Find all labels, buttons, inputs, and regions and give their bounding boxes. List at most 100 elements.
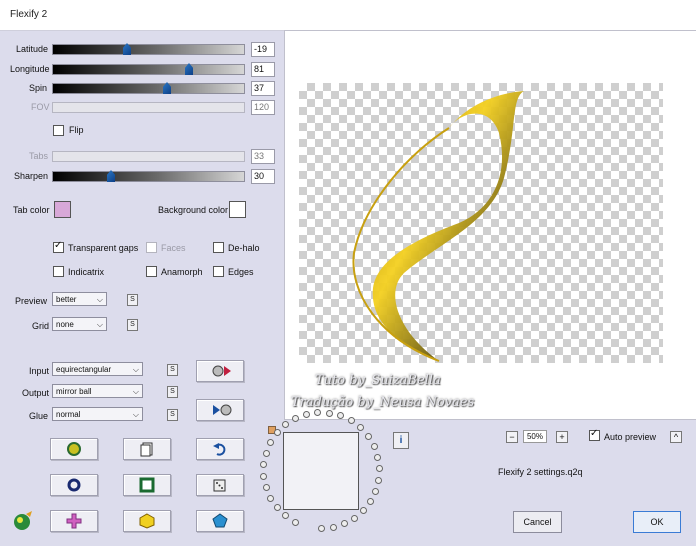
- globe-arrow-icon: [212, 365, 231, 377]
- sharpen-thumb[interactable]: [107, 170, 115, 182]
- output-select[interactable]: mirror ball ⌵: [52, 384, 143, 398]
- edges-checkbox[interactable]: [213, 266, 224, 277]
- auto-preview-label: Auto preview: [604, 432, 657, 442]
- navigator-dot[interactable]: [359, 507, 367, 515]
- tool-button-7[interactable]: [50, 510, 98, 532]
- chevron-down-icon: ⌵: [132, 410, 139, 419]
- copy-icon: [140, 442, 153, 457]
- latitude-thumb[interactable]: [123, 43, 131, 55]
- fov-slider[interactable]: [52, 102, 245, 113]
- longitude-value[interactable]: 81: [251, 62, 275, 77]
- latitude-slider[interactable]: [52, 43, 245, 55]
- navigator-dot[interactable]: [302, 411, 310, 419]
- preview-image: [352, 91, 524, 362]
- input-select[interactable]: equirectangular ⌵: [52, 362, 143, 376]
- navigator-thumbnail[interactable]: [283, 432, 359, 510]
- input-select-value: equirectangular: [56, 365, 112, 374]
- info-button[interactable]: i: [393, 432, 409, 449]
- navigator-dot[interactable]: [347, 417, 355, 425]
- zoom-in-button[interactable]: +: [556, 431, 568, 443]
- navigator-dot[interactable]: [372, 487, 380, 495]
- zoom-out-button[interactable]: −: [506, 431, 518, 443]
- indicatrix-checkbox[interactable]: [53, 266, 64, 277]
- faces-checkbox[interactable]: [146, 242, 157, 253]
- tab-color-swatch[interactable]: [54, 201, 71, 218]
- navigator-dot[interactable]: [370, 442, 378, 450]
- cube-icon: [139, 513, 155, 529]
- de-halo-checkbox[interactable]: [213, 242, 224, 253]
- spin-thumb[interactable]: [163, 82, 171, 94]
- ring-icon: [67, 478, 81, 492]
- anamorph-label: Anamorph: [161, 267, 203, 277]
- transparent-gaps-checkbox[interactable]: [53, 240, 64, 253]
- sharpen-slider[interactable]: [52, 170, 245, 182]
- longitude-label: Longitude: [10, 64, 50, 74]
- sharpen-value[interactable]: 30: [251, 169, 275, 184]
- indicatrix-label: Indicatrix: [68, 267, 105, 277]
- navigator-dot[interactable]: [350, 514, 358, 522]
- glue-s-button[interactable]: S: [167, 409, 178, 421]
- grid-select-value: none: [56, 320, 74, 329]
- navigator-dot[interactable]: [267, 494, 275, 502]
- preview-s-button[interactable]: S: [127, 294, 138, 306]
- spin-slider[interactable]: [52, 82, 245, 94]
- tool-button-1[interactable]: [50, 438, 98, 460]
- faces-label: Faces: [161, 243, 186, 253]
- tool-button-5[interactable]: [123, 474, 171, 496]
- grid-select[interactable]: none ⌵: [52, 317, 107, 331]
- spin-value[interactable]: 37: [251, 81, 275, 96]
- navigator-dot[interactable]: [329, 523, 337, 531]
- navigator-dot[interactable]: [375, 476, 383, 484]
- flexify-logo-icon: [14, 511, 32, 530]
- tool-button-8[interactable]: [123, 510, 171, 532]
- preview-area[interactable]: Tuto by_SuizaBella Tradução by_Neusa Nov…: [284, 30, 696, 420]
- square-frame-icon: [139, 477, 155, 493]
- zoom-value: 50%: [523, 430, 547, 443]
- tool-button-9[interactable]: [196, 510, 244, 532]
- preview-select[interactable]: better ⌵: [52, 292, 107, 306]
- glue-select-value: normal: [56, 410, 81, 419]
- ok-button[interactable]: OK: [633, 511, 681, 533]
- navigator-dot[interactable]: [364, 432, 372, 440]
- cancel-button[interactable]: Cancel: [513, 511, 562, 533]
- flip-checkbox[interactable]: [53, 125, 64, 136]
- grid-s-button[interactable]: S: [127, 319, 138, 331]
- output-s-button[interactable]: S: [167, 386, 178, 398]
- preview-select-value: better: [56, 295, 77, 304]
- random-button[interactable]: [196, 474, 244, 496]
- tool-button-4[interactable]: [50, 474, 98, 496]
- collapse-button[interactable]: ^: [670, 431, 682, 443]
- swap-out-button[interactable]: [196, 399, 244, 421]
- latitude-label: Latitude: [16, 44, 49, 54]
- navigator-dot[interactable]: [260, 472, 268, 480]
- fov-value[interactable]: 120: [251, 100, 275, 115]
- chevron-down-icon: ⌵: [96, 320, 103, 329]
- longitude-slider[interactable]: [52, 63, 245, 75]
- cross-icon: [66, 513, 82, 529]
- watermark-line-1: Tuto by_SuizaBella: [315, 373, 441, 388]
- navigator-dot[interactable]: [325, 409, 333, 417]
- dice-icon: [213, 479, 226, 492]
- navigator-dot[interactable]: [356, 424, 364, 432]
- copy-button[interactable]: [123, 438, 171, 460]
- glue-select[interactable]: normal ⌵: [52, 407, 143, 421]
- auto-preview-checkbox[interactable]: [589, 428, 600, 441]
- tabs-value[interactable]: 33: [251, 149, 275, 164]
- latitude-value[interactable]: -19: [251, 42, 275, 57]
- navigator-dot[interactable]: [273, 504, 281, 512]
- background-color-swatch[interactable]: [229, 201, 246, 218]
- window-title: Flexify 2: [10, 9, 48, 20]
- navigator-dot[interactable]: [291, 518, 299, 526]
- navigator-dot[interactable]: [262, 484, 270, 492]
- navigator-dot[interactable]: [262, 449, 270, 457]
- navigator-dot[interactable]: [318, 525, 325, 532]
- swap-in-button[interactable]: [196, 360, 244, 382]
- watermark-line-2: Tradução by_Neusa Novaes: [291, 395, 475, 410]
- flexify-window: Flexify 2 Latitude -19 Longitude 81 Spin…: [0, 0, 696, 546]
- input-s-button[interactable]: S: [167, 364, 178, 376]
- transparent-gaps-label: Transparent gaps: [68, 243, 139, 253]
- undo-button[interactable]: [196, 438, 244, 460]
- anamorph-checkbox[interactable]: [146, 266, 157, 277]
- longitude-thumb[interactable]: [185, 63, 193, 75]
- tabs-slider[interactable]: [52, 151, 245, 162]
